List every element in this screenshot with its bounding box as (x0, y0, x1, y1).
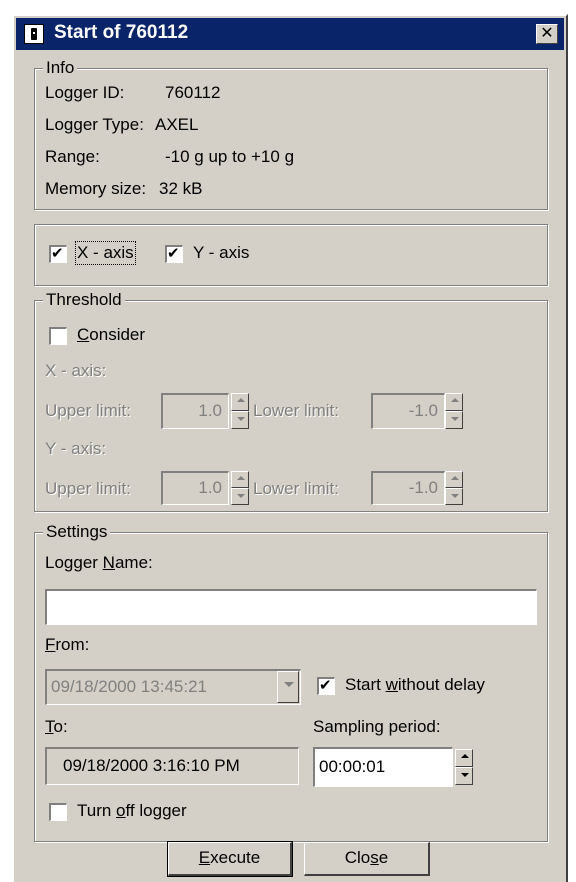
spin-down-icon[interactable] (445, 411, 463, 429)
logger-name-label-post: ame: (114, 553, 153, 572)
y-axis-label[interactable]: Y - axis (193, 243, 249, 263)
logger-id-value: 760112 (165, 83, 221, 102)
y-upper-limit-spinner[interactable] (231, 471, 249, 505)
consider-label[interactable]: Consider (77, 325, 145, 345)
spin-down-icon[interactable] (231, 488, 249, 505)
consider-label-mnemonic: C (77, 325, 90, 344)
to-label-post: o: (53, 717, 68, 736)
from-label-mnemonic: F (45, 635, 56, 654)
memory-size-label: Memory size: (45, 179, 147, 198)
start-without-delay-label-pre: Start (345, 675, 386, 694)
y-lower-limit-spinner[interactable] (445, 471, 463, 505)
logger-name-input[interactable] (45, 589, 537, 625)
logger-name-label: Logger Name: (45, 553, 153, 573)
y-upper-limit-label: Upper limit: (45, 479, 131, 498)
close-label-pre: Clo (344, 848, 371, 867)
info-legend: Info (43, 58, 78, 78)
to-label-mnemonic: T (45, 717, 54, 736)
y-axis-checkbox[interactable] (165, 244, 183, 263)
close-label-mnemonic: s (370, 848, 379, 867)
spin-up-icon[interactable] (455, 749, 473, 767)
y-lower-limit-value: -1.0 (408, 478, 438, 497)
from-date-value: 09/18/2000 13:45:21 (51, 677, 207, 696)
close-label-post: e (378, 848, 389, 867)
memory-size-value: 32 kB (159, 179, 203, 198)
y-lower-limit-label: Lower limit: (253, 479, 339, 498)
sampling-period-spinner[interactable] (455, 749, 473, 785)
dialog-window: Start of 760112 ✕ Info Logger ID: 760112… (12, 14, 568, 882)
close-icon[interactable]: ✕ (536, 24, 558, 44)
spin-down-icon[interactable] (445, 488, 463, 505)
sampling-period-value: 00:00:01 (319, 757, 386, 776)
axes-group: X - axis Y - axis (34, 224, 548, 286)
x-lower-limit-input[interactable]: -1.0 (371, 393, 445, 429)
logger-type-value: AXEL (155, 115, 199, 134)
spin-up-icon[interactable] (445, 471, 463, 488)
app-icon[interactable] (24, 24, 44, 44)
start-without-delay-label[interactable]: Start without delay (345, 675, 485, 695)
execute-button[interactable]: Execute (167, 841, 293, 877)
to-date-field: 09/18/2000 3:16:10 PM (45, 747, 299, 785)
logger-name-label-pre: Logger (45, 553, 103, 572)
execute-label-mnemonic: E (198, 848, 211, 867)
title-bar[interactable]: Start of 760112 ✕ (16, 18, 564, 50)
threshold-legend: Threshold (43, 290, 125, 310)
spin-up-icon[interactable] (445, 393, 463, 411)
logger-name-label-mnemonic: N (102, 553, 115, 572)
from-label: From: (45, 635, 89, 655)
close-button[interactable]: Close (304, 842, 430, 876)
range-label: Range: (45, 147, 100, 166)
spin-up-icon[interactable] (231, 393, 249, 411)
x-lower-limit-spinner[interactable] (445, 393, 463, 429)
x-axis-label[interactable]: X - axis (75, 241, 136, 265)
sampling-period-label: Sampling period: (313, 717, 441, 736)
to-date-value: 09/18/2000 3:16:10 PM (63, 756, 240, 775)
threshold-group: Threshold Consider X - axis: Upper limit… (34, 290, 548, 512)
y-upper-limit-value: 1.0 (198, 478, 222, 497)
x-upper-limit-spinner[interactable] (231, 393, 249, 429)
spin-down-icon[interactable] (231, 411, 249, 429)
x-upper-limit-label: Upper limit: (45, 401, 131, 420)
threshold-y-axis-label: Y - axis: (45, 439, 107, 458)
spin-up-icon[interactable] (231, 471, 249, 488)
consider-checkbox[interactable] (49, 327, 67, 345)
start-without-delay-label-post: ithout delay (397, 675, 485, 694)
logger-id-label: Logger ID: (45, 83, 125, 102)
x-upper-limit-value: 1.0 (198, 401, 222, 420)
turn-off-logger-label-post: ff logger (125, 801, 187, 820)
settings-group: Settings Logger Name: From: 09/18/2000 1… (34, 522, 548, 842)
start-without-delay-label-mnemonic: w (385, 675, 398, 694)
info-group: Info Logger ID: 760112 Logger Type: AXEL… (34, 58, 548, 210)
threshold-x-axis-label: X - axis: (45, 361, 107, 380)
execute-label-post: xecute (210, 848, 261, 867)
x-upper-limit-input[interactable]: 1.0 (161, 393, 229, 429)
turn-off-logger-checkbox[interactable] (49, 803, 67, 821)
from-date-dropdown[interactable]: 09/18/2000 13:45:21 (45, 669, 301, 705)
settings-legend: Settings (43, 522, 111, 542)
spin-down-icon[interactable] (455, 767, 473, 785)
chevron-down-icon[interactable] (277, 671, 299, 703)
y-upper-limit-input[interactable]: 1.0 (161, 471, 229, 505)
window-title: Start of 760112 (54, 22, 189, 43)
turn-off-logger-label[interactable]: Turn off logger (77, 801, 187, 821)
start-without-delay-checkbox[interactable] (317, 676, 335, 695)
x-lower-limit-label: Lower limit: (253, 401, 339, 420)
turn-off-logger-label-mnemonic: o (116, 801, 126, 820)
consider-label-post: onsider (89, 325, 146, 344)
logger-type-label: Logger Type: (45, 115, 144, 134)
x-axis-checkbox[interactable] (49, 244, 67, 263)
range-value: -10 g up to +10 g (165, 147, 295, 166)
to-label: To: (45, 717, 68, 737)
y-lower-limit-input[interactable]: -1.0 (371, 471, 445, 505)
from-label-post: rom: (55, 635, 90, 654)
sampling-period-input[interactable]: 00:00:01 (313, 747, 453, 787)
x-lower-limit-value: -1.0 (408, 401, 438, 420)
turn-off-logger-label-pre: Turn (77, 801, 117, 820)
